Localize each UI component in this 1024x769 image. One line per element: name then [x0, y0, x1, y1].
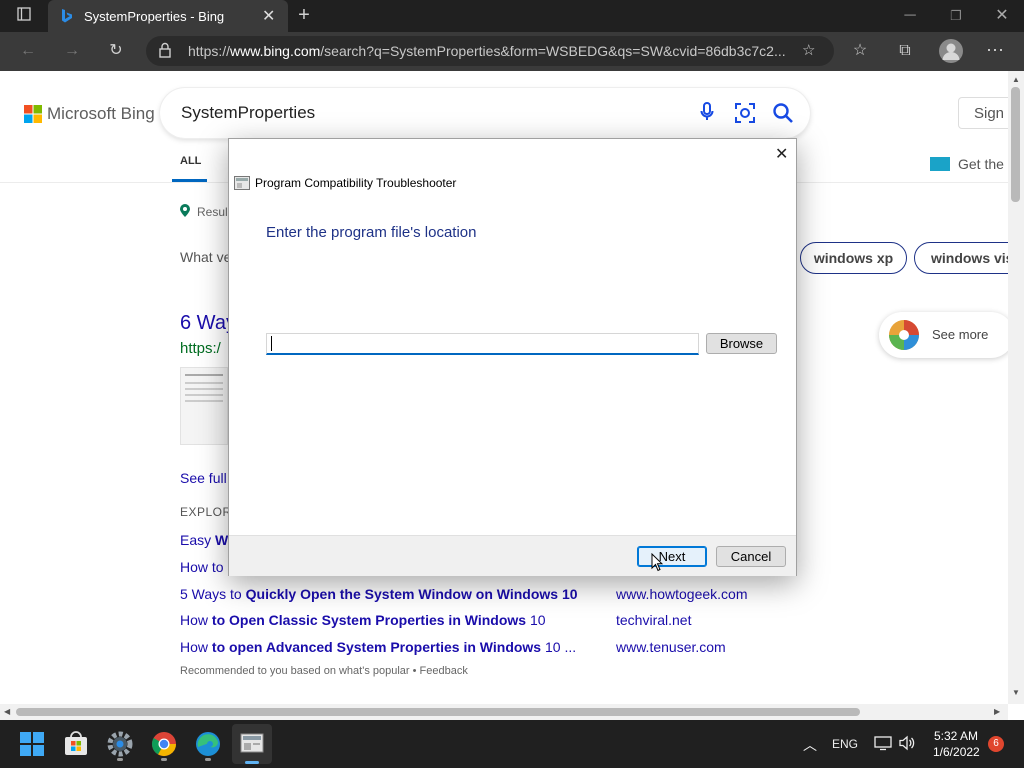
next-button[interactable]: Next [637, 546, 707, 567]
network-icon[interactable] [874, 735, 892, 756]
tab-actions-icon[interactable] [14, 6, 34, 28]
compatibility-troubleshooter-dialog: ✕ Program Compatibility Troubleshooter E… [228, 138, 797, 576]
vertical-scroll-thumb[interactable] [1011, 87, 1020, 202]
horizontal-scrollbar[interactable]: ◀ ▶ [0, 704, 1008, 720]
browser-toolbar: ← → ↻ https://www.bing.com/search?q=Syst… [0, 32, 1024, 71]
browser-tab[interactable]: SystemProperties - Bing ✕ [48, 0, 288, 32]
explore-site-2[interactable]: techviral.net [616, 612, 691, 628]
see-full-link[interactable]: See full [180, 470, 227, 486]
start-windows-icon[interactable] [16, 728, 48, 760]
see-more-label: See more [932, 327, 989, 342]
back-icon[interactable]: ← [18, 41, 38, 61]
favorites-icon[interactable]: ☆ [850, 41, 870, 61]
notification-badge[interactable]: 6 [988, 736, 1004, 752]
show-hidden-icons-icon[interactable]: ︿ [803, 735, 817, 755]
bing-favicon-icon [60, 8, 74, 27]
address-bar[interactable]: https://www.bing.com/search?q=SystemProp… [146, 36, 834, 66]
add-favorite-icon[interactable]: ☆ [802, 41, 815, 59]
dialog-footer: Next Cancel [229, 535, 796, 576]
result-thumbnail[interactable] [180, 367, 228, 445]
microphone-icon[interactable] [700, 102, 714, 127]
recommended-note[interactable]: Recommended to you based on what's popul… [180, 665, 468, 677]
minimize-icon[interactable]: ─ [900, 6, 920, 26]
mouse-pointer-icon [651, 552, 664, 577]
dialog-heading: Enter the program file's location [266, 224, 477, 241]
sign-in-button[interactable]: Sign i [958, 97, 1008, 129]
dialog-close-icon[interactable]: ✕ [775, 144, 788, 164]
horizontal-scroll-thumb[interactable] [16, 708, 860, 716]
explore-link-1[interactable]: 5 Ways to Quickly Open the System Window… [180, 586, 578, 602]
monitor-promo-icon [930, 157, 950, 171]
text-cursor [271, 336, 272, 351]
settings-gear-icon[interactable] [104, 728, 136, 761]
windows-taskbar: ︿ ENG 5:32 AM 1/6/2022 6 [0, 720, 1024, 768]
chrome-icon[interactable] [148, 728, 180, 761]
cancel-button[interactable]: Cancel [716, 546, 786, 567]
tab-all[interactable]: ALL [180, 155, 201, 167]
tab-title: SystemProperties - Bing [84, 9, 225, 24]
store-icon[interactable] [60, 728, 92, 760]
search-box[interactable]: SystemProperties [160, 88, 810, 138]
explore-site-1[interactable]: www.howtogeek.com [616, 586, 748, 602]
explore-link-2[interactable]: How to Open Classic System Properties in… [180, 612, 546, 628]
volume-icon[interactable] [898, 735, 916, 756]
explore-heading: EXPLOR [180, 505, 232, 519]
chip-windows-vista[interactable]: windows vis [914, 242, 1008, 274]
microsoft-logo-icon [24, 105, 42, 128]
scroll-down-icon[interactable]: ▼ [1012, 688, 1020, 697]
vertical-scrollbar[interactable]: ▲ ▼ [1008, 71, 1024, 704]
collections-icon[interactable]: ⧉ [895, 41, 915, 61]
lock-icon [158, 42, 172, 61]
what-version-text: What ve [180, 249, 232, 265]
explore-link-howto[interactable]: How to [180, 559, 224, 575]
result-url[interactable]: https:/ [180, 340, 221, 357]
troubleshooter-app-icon [234, 176, 250, 195]
restore-icon[interactable]: ❐ [946, 6, 966, 26]
close-window-icon[interactable]: ✕ [992, 6, 1012, 26]
search-query[interactable]: SystemProperties [181, 103, 315, 123]
explore-site-3[interactable]: www.tenuser.com [616, 639, 726, 655]
chip-windows-xp[interactable]: windows xp [800, 242, 907, 274]
edge-icon[interactable] [192, 728, 224, 761]
browse-button[interactable]: Browse [706, 333, 777, 354]
forward-icon[interactable]: → [62, 41, 82, 61]
program-location-input[interactable] [266, 333, 699, 355]
more-menu-icon[interactable]: ⋯ [985, 40, 1005, 60]
profile-avatar[interactable] [939, 39, 963, 63]
scroll-left-icon[interactable]: ◀ [4, 707, 10, 716]
scroll-right-icon[interactable]: ▶ [994, 707, 1000, 716]
visual-search-icon[interactable] [734, 102, 756, 129]
refresh-icon[interactable]: ↻ [106, 41, 126, 61]
clock-time[interactable]: 5:32 AM [934, 729, 978, 743]
close-tab-icon[interactable]: ✕ [262, 6, 275, 26]
dialog-title: Program Compatibility Troubleshooter [255, 176, 457, 190]
search-icon[interactable] [772, 102, 794, 129]
language-indicator[interactable]: ENG [832, 737, 858, 751]
scroll-up-icon[interactable]: ▲ [1012, 75, 1020, 84]
troubleshooter-taskbar-icon[interactable] [232, 724, 272, 764]
get-the-promo[interactable]: Get the [958, 156, 1004, 172]
explore-link-3[interactable]: How to open Advanced System Properties i… [180, 639, 576, 655]
see-more-card[interactable]: See more [879, 312, 1008, 358]
url-text: https://www.bing.com/search?q=SystemProp… [188, 43, 786, 59]
results-label: Resul [197, 205, 228, 219]
new-tab-icon[interactable]: + [294, 5, 314, 25]
browser-tab-bar: SystemProperties - Bing ✕ + ─ ❐ ✕ [0, 0, 1024, 32]
clock-date[interactable]: 1/6/2022 [933, 745, 980, 759]
see-more-icon [887, 318, 921, 357]
bing-logo-text[interactable]: Microsoft Bing [47, 104, 155, 124]
location-pin-icon [180, 204, 190, 222]
